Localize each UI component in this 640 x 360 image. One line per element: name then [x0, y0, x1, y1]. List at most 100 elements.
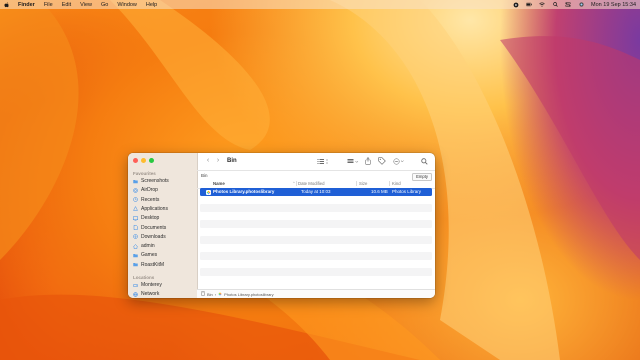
home-icon	[133, 243, 138, 249]
sidebar-item-airdrop[interactable]: AirDrop	[133, 186, 193, 194]
sidebar-item-network[interactable]: Network	[133, 290, 193, 298]
empty-row	[200, 268, 432, 276]
sidebar-item-label: Games	[141, 252, 158, 259]
empty-row	[200, 228, 432, 236]
sidebar-item-games[interactable]: Games	[133, 251, 193, 259]
menu-bar: Finder File Edit View Go Window Help Mon…	[0, 0, 640, 9]
path-file[interactable]: Photos Library.photoslibrary	[224, 292, 274, 297]
path-separator: ›	[214, 291, 217, 297]
forward-button[interactable]: ›	[214, 157, 222, 165]
airdrop-icon	[133, 188, 138, 193]
media-icon[interactable]	[513, 2, 519, 7]
zoom-button[interactable]	[149, 158, 154, 163]
photos-library-icon	[206, 189, 211, 195]
battery-icon[interactable]	[526, 2, 532, 7]
sidebar: Favourites Screenshots AirDrop Recents Appl…	[128, 153, 198, 298]
group-icon[interactable]	[347, 157, 359, 165]
siri-icon[interactable]	[578, 2, 584, 7]
empty-row	[200, 220, 432, 228]
empty-row	[200, 196, 432, 204]
empty-row	[200, 236, 432, 244]
minimize-button[interactable]	[141, 158, 146, 163]
file-name: Photos Library.photoslibrary	[213, 189, 275, 195]
search-icon[interactable]	[421, 157, 428, 165]
menu-window[interactable]: Window	[117, 2, 137, 8]
window-title: Bin	[227, 158, 237, 164]
folder-icon	[133, 253, 138, 258]
document-icon	[133, 225, 138, 230]
column-header-kind[interactable]: Kind	[392, 181, 401, 186]
list-view-icon[interactable]	[317, 157, 329, 165]
sidebar-item-label: AirDrop	[141, 187, 158, 194]
back-button[interactable]: ‹	[204, 157, 212, 165]
sidebar-item-label: admin	[141, 243, 155, 250]
apple-icon[interactable]	[4, 2, 10, 8]
column-header-date[interactable]: Date Modified	[298, 181, 325, 186]
more-actions-icon[interactable]	[393, 157, 405, 165]
sidebar-item-label: Documents	[141, 224, 167, 231]
sidebar-heading-locations: Locations	[133, 275, 155, 280]
sidebar-item-desktop[interactable]: Desktop	[133, 214, 193, 222]
sidebar-item-monterey[interactable]: Monterey	[133, 281, 193, 289]
sidebar-item-label: Desktop	[141, 215, 160, 222]
file-kind: Photos Library	[392, 189, 422, 195]
tag-icon[interactable]	[378, 157, 386, 165]
column-header-name[interactable]: Name	[213, 181, 225, 186]
sidebar-item-label: Screenshots	[141, 178, 169, 184]
desktop-icon	[133, 216, 138, 221]
sidebar-item-label: Monterey	[141, 282, 162, 288]
file-browser: ‹ › Bin Bin Empty Name ⌃ Date Modified S…	[197, 153, 435, 298]
sidebar-item-screenshots[interactable]: Screenshots	[133, 177, 193, 185]
sidebar-item-documents[interactable]: Documents	[133, 224, 193, 232]
folder-icon	[133, 179, 138, 184]
control-center-icon[interactable]	[565, 2, 571, 7]
sidebar-item-applications[interactable]: Applications	[133, 205, 193, 213]
sidebar-heading-favourites: Favourites	[133, 171, 156, 176]
download-icon	[133, 234, 138, 240]
sidebar-item-label: RoastKitM	[141, 261, 165, 268]
empty-row	[200, 260, 432, 268]
finder-window: Favourites Screenshots AirDrop Recents Appl…	[128, 153, 435, 298]
menu-file[interactable]: File	[44, 2, 53, 8]
menu-view[interactable]: View	[80, 2, 92, 8]
clock-icon	[133, 197, 138, 202]
file-date: Today at 10:03	[301, 189, 331, 195]
path-bar: Bin › Photos Library.photoslibrary	[197, 289, 435, 298]
window-controls	[133, 158, 154, 163]
sidebar-item-recents[interactable]: Recents	[133, 196, 193, 204]
menubar-clock[interactable]: Mon 19 Sep 15:34	[591, 2, 636, 8]
sidebar-item-label: Downloads	[141, 233, 166, 240]
network-icon	[133, 292, 138, 297]
wifi-icon[interactable]	[539, 2, 545, 7]
menu-help[interactable]: Help	[146, 2, 157, 8]
file-size: 10.6 MB	[371, 189, 388, 195]
empty-row	[200, 252, 432, 260]
menu-edit[interactable]: Edit	[62, 2, 71, 8]
path-bin[interactable]: Bin	[207, 292, 213, 297]
sidebar-item-label: Applications	[141, 205, 168, 212]
menu-app-finder[interactable]: Finder	[18, 2, 35, 8]
empty-row	[200, 212, 432, 220]
sidebar-item-admin[interactable]: admin	[133, 242, 193, 250]
sidebar-item-downloads[interactable]: Downloads	[133, 233, 193, 241]
sidebar-item-label: Recents	[141, 196, 160, 203]
bin-icon	[201, 291, 205, 297]
sidebar-item-label: Network	[141, 291, 160, 298]
close-button[interactable]	[133, 158, 138, 163]
column-header-size[interactable]: Size	[359, 181, 367, 186]
disk-icon	[133, 283, 138, 288]
share-icon[interactable]	[365, 157, 371, 165]
table-row[interactable]: Photos Library.photoslibrary Today at 10…	[200, 188, 432, 196]
empty-row	[200, 244, 432, 252]
empty-row	[200, 204, 432, 212]
empty-row	[200, 276, 432, 284]
spotlight-search-icon[interactable]	[552, 2, 558, 7]
menu-go[interactable]: Go	[101, 2, 108, 8]
sidebar-item-roastkitm[interactable]: RoastKitM	[133, 261, 193, 269]
toolbar: ‹ › Bin	[197, 153, 435, 170]
path-file-icon	[218, 292, 222, 297]
file-list: Photos Library.photoslibrary Today at 10…	[197, 188, 435, 284]
applications-icon	[133, 206, 138, 212]
bin-label: Bin	[201, 173, 208, 178]
folder-icon	[133, 262, 138, 267]
